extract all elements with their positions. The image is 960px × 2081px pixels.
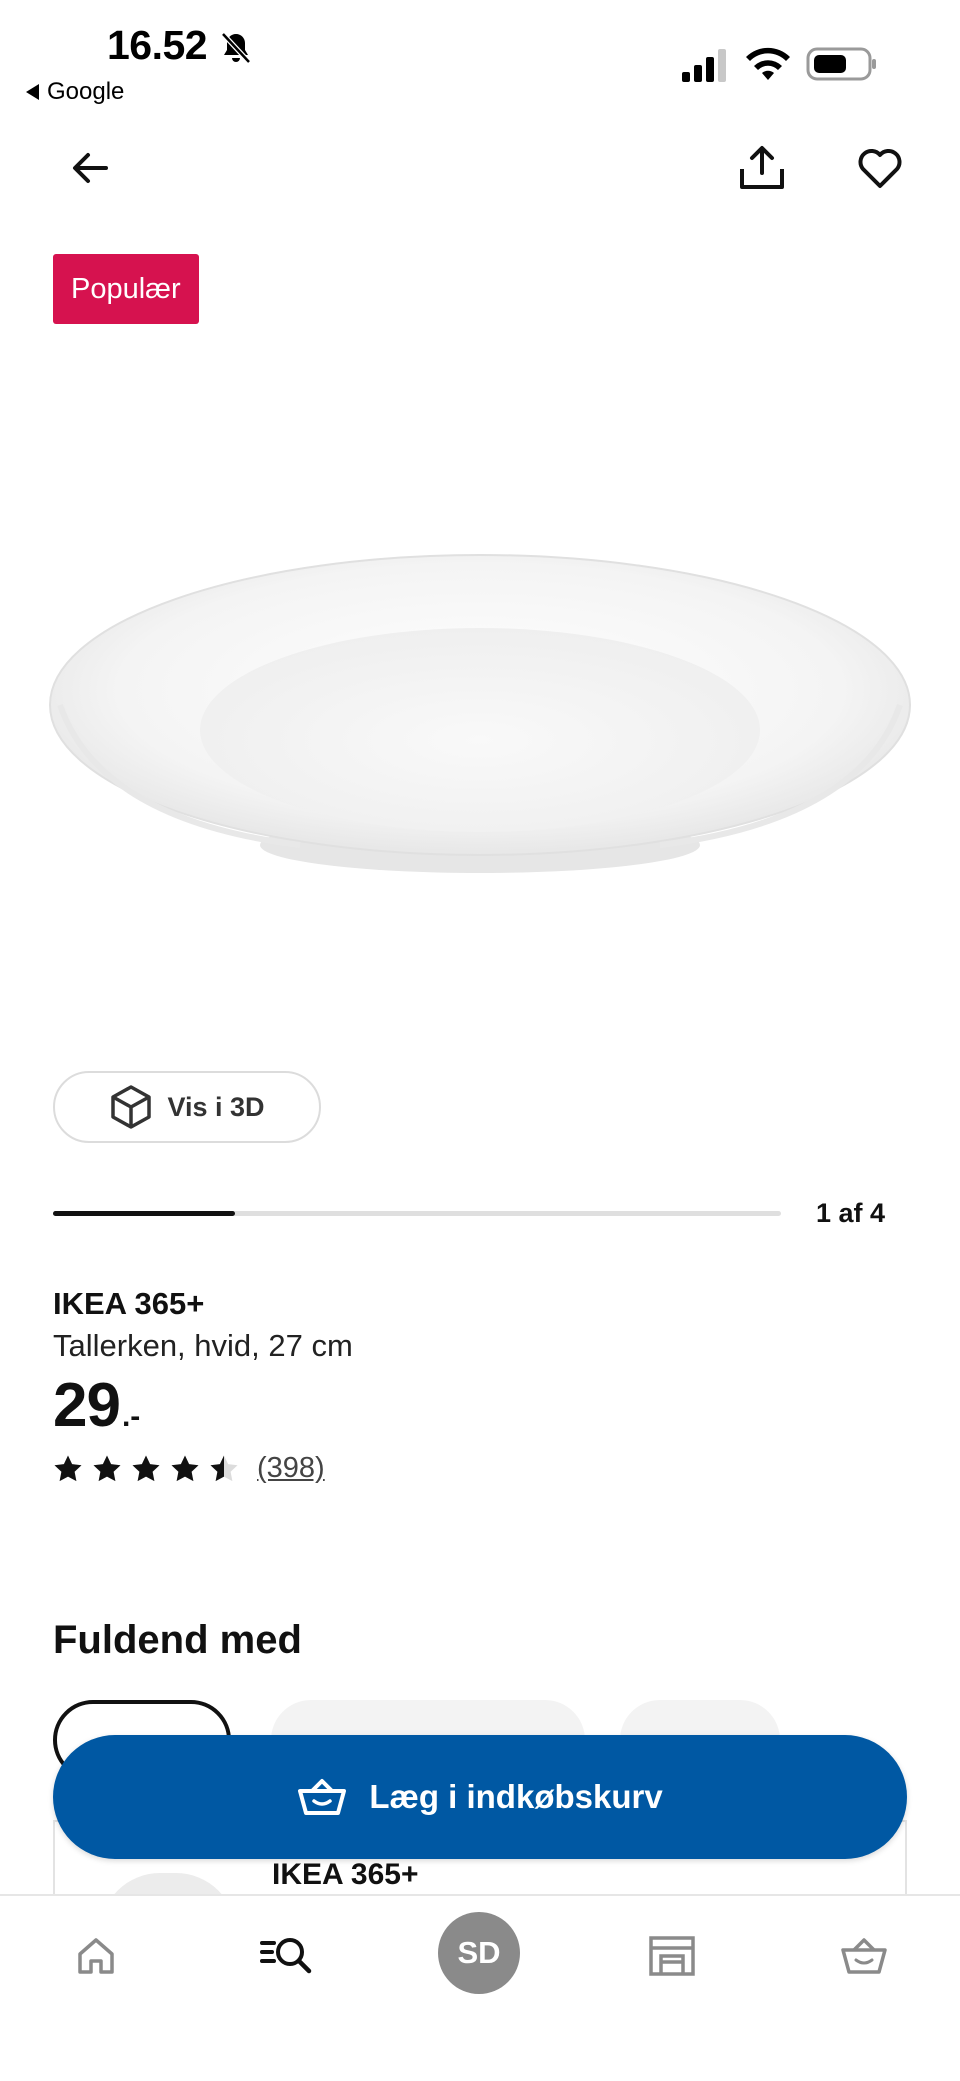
battery-icon <box>806 47 876 81</box>
complete-with-title: Fuldend med <box>53 1618 302 1662</box>
product-rating[interactable]: (398) <box>53 1452 325 1485</box>
nav-profile-avatar[interactable]: SD <box>438 1912 520 1994</box>
review-count-link[interactable]: (398) <box>257 1452 325 1485</box>
rating-stars <box>53 1454 239 1484</box>
price-suffix: .- <box>121 1400 141 1433</box>
image-carousel-progress-fill <box>53 1211 235 1216</box>
star-half-icon <box>210 1455 238 1481</box>
bottom-navigation: SD <box>0 1894 960 2081</box>
nav-stores[interactable] <box>632 1916 712 1996</box>
bell-muted-icon <box>221 32 251 64</box>
view-3d-button[interactable]: Vis i 3D <box>53 1071 321 1143</box>
product-image-plate[interactable] <box>40 530 920 890</box>
share-icon <box>740 146 784 189</box>
star-full-icon <box>132 1455 160 1481</box>
cube-3d-icon <box>111 1085 152 1129</box>
image-page-indicator: 1 af 4 <box>816 1198 886 1228</box>
back-button[interactable] <box>58 136 122 200</box>
add-to-cart-button[interactable]: Læg i indkøbskurv <box>53 1735 907 1859</box>
add-to-cart-label: Læg i indkøbskurv <box>369 1778 663 1815</box>
view-3d-label: Vis i 3D <box>167 1091 265 1122</box>
wifi-icon <box>746 47 790 80</box>
basket-icon <box>298 1779 347 1815</box>
basket-icon <box>841 1938 887 1974</box>
nav-search[interactable] <box>246 1916 326 1996</box>
cellular-signal-icon <box>682 49 726 82</box>
popular-badge: Populær <box>53 254 199 324</box>
favorite-button[interactable] <box>848 136 912 200</box>
nav-home[interactable] <box>56 1916 136 1996</box>
arrow-left-icon <box>73 153 108 183</box>
nav-cart[interactable] <box>824 1916 904 1996</box>
star-full-icon <box>93 1455 121 1481</box>
back-to-app[interactable]: Google <box>26 78 124 106</box>
price-main: 29 <box>53 1371 121 1440</box>
star-full-icon <box>54 1455 82 1481</box>
status-time: 16.52 <box>107 22 208 68</box>
product-description: Tallerken, hvid, 27 cm <box>53 1328 353 1363</box>
suggestion-name: IKEA 365+ <box>272 1858 419 1891</box>
status-bar: 16.52 Google <box>0 0 960 120</box>
home-icon <box>78 1938 114 1974</box>
back-triangle-icon <box>26 84 39 100</box>
star-full-icon <box>171 1455 199 1481</box>
heart-icon <box>858 149 902 188</box>
share-button[interactable] <box>730 136 794 200</box>
product-price: 29 .- <box>53 1370 140 1441</box>
back-app-label: Google <box>47 78 125 105</box>
image-carousel-progress <box>53 1211 781 1216</box>
search-icon <box>260 1938 312 1974</box>
store-icon <box>649 1936 695 1976</box>
product-name: IKEA 365+ <box>53 1286 205 1321</box>
